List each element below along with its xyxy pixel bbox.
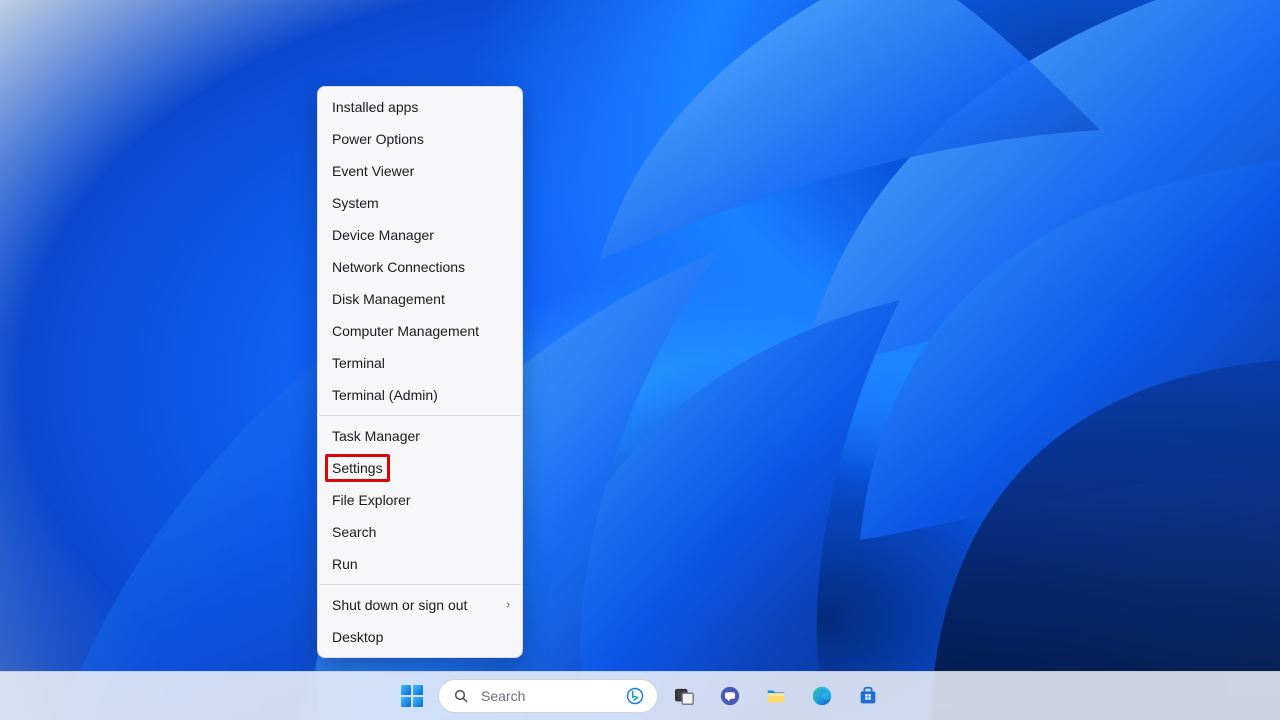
menu-item-label: Network Connections	[332, 259, 465, 275]
bing-icon	[623, 684, 647, 708]
winx-item-disk-management[interactable]: Disk Management	[318, 283, 522, 315]
menu-item-label: Event Viewer	[332, 163, 414, 179]
search-placeholder: Search	[481, 688, 525, 704]
winx-item-shut-down-or-sign-out[interactable]: Shut down or sign out ›	[318, 589, 522, 621]
winx-item-system[interactable]: System	[318, 187, 522, 219]
microsoft-store-button[interactable]	[848, 676, 888, 716]
taskbar: Search	[0, 671, 1280, 720]
winx-item-search[interactable]: Search	[318, 516, 522, 548]
menu-item-label: Search	[332, 524, 376, 540]
task-view-icon	[672, 684, 696, 708]
menu-item-label: Installed apps	[332, 99, 418, 115]
winx-item-terminal-admin[interactable]: Terminal (Admin)	[318, 379, 522, 411]
start-button[interactable]	[392, 676, 432, 716]
winx-item-file-explorer[interactable]: File Explorer	[318, 484, 522, 516]
taskbar-search[interactable]: Search	[438, 679, 658, 713]
chat-button[interactable]	[710, 676, 750, 716]
menu-item-label: Power Options	[332, 131, 424, 147]
menu-item-label: File Explorer	[332, 492, 411, 508]
menu-item-label: Run	[332, 556, 358, 572]
winx-item-power-options[interactable]: Power Options	[318, 123, 522, 155]
winx-item-task-manager[interactable]: Task Manager	[318, 420, 522, 452]
edge-button[interactable]	[802, 676, 842, 716]
menu-item-label: Desktop	[332, 629, 383, 645]
winx-item-computer-management[interactable]: Computer Management	[318, 315, 522, 347]
winx-item-settings[interactable]: Settings	[318, 452, 522, 484]
winx-item-network-connections[interactable]: Network Connections	[318, 251, 522, 283]
menu-item-label: Task Manager	[332, 428, 420, 444]
winx-item-installed-apps[interactable]: Installed apps	[318, 91, 522, 123]
winx-menu[interactable]: Installed apps Power Options Event Viewer S…	[317, 86, 523, 658]
menu-item-label: Terminal (Admin)	[332, 387, 438, 403]
menu-separator	[319, 584, 521, 585]
menu-item-label: Terminal	[332, 355, 385, 371]
winx-item-run[interactable]: Run	[318, 548, 522, 580]
menu-item-label: Shut down or sign out	[332, 597, 467, 613]
start-icon	[401, 685, 423, 707]
menu-item-label: Disk Management	[332, 291, 445, 307]
file-explorer-button[interactable]	[756, 676, 796, 716]
desktop-wallpaper	[0, 0, 1280, 720]
file-explorer-icon	[764, 684, 788, 708]
menu-item-label: Device Manager	[332, 227, 434, 243]
microsoft-store-icon	[856, 684, 880, 708]
winx-item-event-viewer[interactable]: Event Viewer	[318, 155, 522, 187]
chat-icon	[718, 684, 742, 708]
menu-item-label: Computer Management	[332, 323, 479, 339]
winx-item-device-manager[interactable]: Device Manager	[318, 219, 522, 251]
chevron-right-icon: ›	[506, 599, 510, 611]
menu-item-label: System	[332, 195, 379, 211]
search-icon	[449, 684, 473, 708]
winx-item-desktop[interactable]: Desktop	[318, 621, 522, 653]
edge-icon	[810, 684, 834, 708]
menu-separator	[319, 415, 521, 416]
menu-item-label: Settings	[332, 460, 383, 476]
winx-item-terminal[interactable]: Terminal	[318, 347, 522, 379]
task-view-button[interactable]	[664, 676, 704, 716]
